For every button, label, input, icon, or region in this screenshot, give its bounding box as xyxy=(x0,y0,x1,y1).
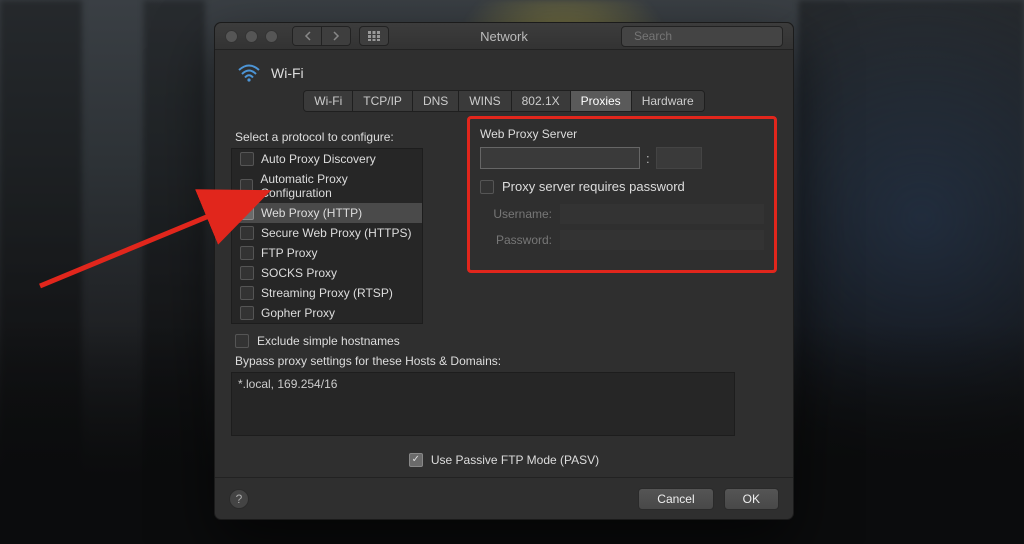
username-label: Username: xyxy=(480,207,552,221)
protocol-label: Web Proxy (HTTP) xyxy=(261,206,362,220)
tab-tcpip[interactable]: TCP/IP xyxy=(353,91,413,111)
password-label: Password: xyxy=(480,233,552,247)
close-dot[interactable] xyxy=(225,30,238,43)
protocol-checkbox[interactable] xyxy=(240,286,254,300)
username-input[interactable] xyxy=(560,204,764,224)
bypass-label: Bypass proxy settings for these Hosts & … xyxy=(235,354,777,368)
protocol-checkbox[interactable] xyxy=(240,179,253,193)
protocol-select-label: Select a protocol to configure: xyxy=(235,130,461,144)
protocol-checkbox[interactable] xyxy=(240,266,254,280)
host-port-separator: : xyxy=(646,151,650,166)
tab-bar: Wi-FiTCP/IPDNSWINS802.1XProxiesHardware xyxy=(303,90,704,112)
protocol-checkbox[interactable] xyxy=(240,306,254,320)
help-button[interactable]: ? xyxy=(229,489,249,509)
protocol-label: Streaming Proxy (RTSP) xyxy=(261,286,393,300)
grid-icon xyxy=(368,31,380,41)
protocol-label: Automatic Proxy Configuration xyxy=(260,172,414,200)
exclude-hostnames-checkbox[interactable] xyxy=(235,334,249,348)
tab-wins[interactable]: WINS xyxy=(459,91,511,111)
tab-dns[interactable]: DNS xyxy=(413,91,459,111)
passive-ftp-label: Use Passive FTP Mode (PASV) xyxy=(431,453,599,467)
back-button[interactable] xyxy=(293,27,321,45)
protocol-label: Auto Proxy Discovery xyxy=(261,152,376,166)
protocol-row[interactable]: Auto Proxy Discovery xyxy=(232,149,422,169)
protocol-checkbox[interactable]: ✓ xyxy=(240,206,254,220)
protocol-label: SOCKS Proxy xyxy=(261,266,337,280)
tab-hardware[interactable]: Hardware xyxy=(632,91,704,111)
protocol-checkbox[interactable] xyxy=(240,246,254,260)
cancel-button[interactable]: Cancel xyxy=(638,488,713,510)
chevron-left-icon xyxy=(304,31,311,41)
show-all-button[interactable] xyxy=(359,26,389,46)
tab-8021x[interactable]: 802.1X xyxy=(512,91,571,111)
highlight-annotation: Web Proxy Server : Proxy server requires… xyxy=(467,116,777,273)
password-input[interactable] xyxy=(560,230,764,250)
proxy-port-input[interactable] xyxy=(656,147,702,169)
protocol-row[interactable]: Streaming Proxy (RTSP) xyxy=(232,283,422,303)
protocol-row[interactable]: ✓ Web Proxy (HTTP) xyxy=(232,203,422,223)
chevron-right-icon xyxy=(333,31,340,41)
zoom-dot[interactable] xyxy=(265,30,278,43)
requires-password-label: Proxy server requires password xyxy=(502,179,685,194)
protocol-row[interactable]: SOCKS Proxy xyxy=(232,263,422,283)
proxy-host-input[interactable] xyxy=(480,147,640,169)
bypass-textarea[interactable] xyxy=(231,372,735,436)
ok-button[interactable]: OK xyxy=(724,488,779,510)
protocol-list: Auto Proxy Discovery Automatic Proxy Conf… xyxy=(231,148,423,324)
passive-ftp-checkbox[interactable]: ✓ xyxy=(409,453,423,467)
nav-back-forward xyxy=(292,26,351,46)
protocol-row[interactable]: Gopher Proxy xyxy=(232,303,422,323)
titlebar: Network xyxy=(215,23,793,50)
search-field-wrap[interactable] xyxy=(621,26,783,47)
protocol-row[interactable]: FTP Proxy xyxy=(232,243,422,263)
protocol-label: FTP Proxy xyxy=(261,246,317,260)
tab-proxies[interactable]: Proxies xyxy=(571,91,632,111)
footer: ? Cancel OK xyxy=(215,477,793,519)
wifi-icon xyxy=(237,64,261,82)
requires-password-checkbox[interactable] xyxy=(480,180,494,194)
exclude-hostnames-label: Exclude simple hostnames xyxy=(257,334,400,348)
protocol-label: Gopher Proxy xyxy=(261,306,335,320)
protocol-row[interactable]: Secure Web Proxy (HTTPS) xyxy=(232,223,422,243)
proxy-server-label: Web Proxy Server xyxy=(480,127,764,141)
search-input[interactable] xyxy=(632,28,791,44)
traffic-lights xyxy=(225,30,278,43)
forward-button[interactable] xyxy=(321,27,350,45)
tab-wifi[interactable]: Wi-Fi xyxy=(304,91,353,111)
protocol-row[interactable]: Automatic Proxy Configuration xyxy=(232,169,422,203)
protocol-label: Secure Web Proxy (HTTPS) xyxy=(261,226,411,240)
minimize-dot[interactable] xyxy=(245,30,258,43)
protocol-checkbox[interactable] xyxy=(240,152,254,166)
preferences-window: Network Wi-Fi Wi-FiTCP/IPDNSWINS802.1XPr… xyxy=(214,22,794,520)
content-area: Wi-Fi Wi-FiTCP/IPDNSWINS802.1XProxiesHar… xyxy=(215,50,793,477)
protocol-checkbox[interactable] xyxy=(240,226,254,240)
interface-name: Wi-Fi xyxy=(271,65,304,81)
